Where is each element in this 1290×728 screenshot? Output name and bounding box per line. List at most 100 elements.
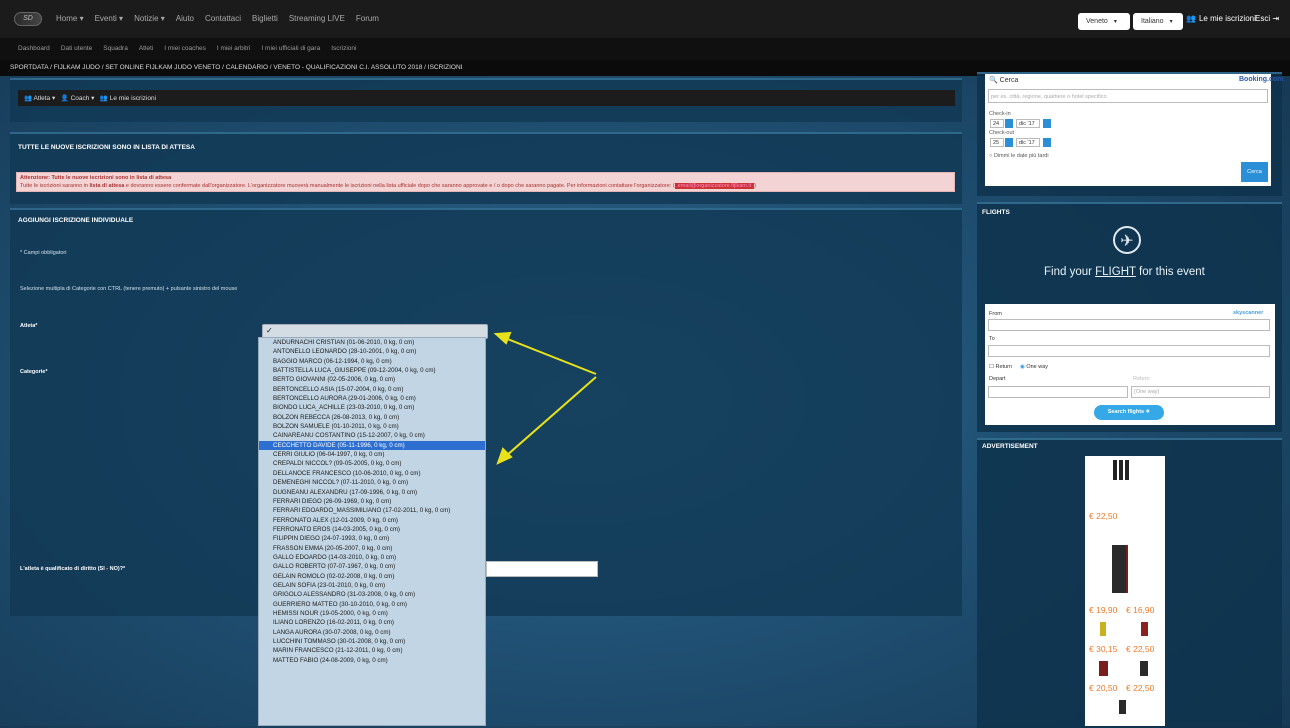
- oneway-option[interactable]: ◉ One way: [1020, 364, 1048, 370]
- athlete-option[interactable]: FERRONATO ALEX (12-01-2009, 0 kg, 0 cm): [259, 516, 485, 525]
- booking-destination-input[interactable]: per es. città, regione, quartiere o hote…: [988, 89, 1268, 103]
- toolbar-athletes[interactable]: Atleta: [34, 95, 51, 102]
- region-dropdown[interactable]: Veneto ▾: [1078, 13, 1130, 30]
- search-flights-button[interactable]: Search flights ✈: [1094, 405, 1164, 420]
- calendar-icon[interactable]: [1043, 138, 1051, 147]
- subnav-team[interactable]: Squadra: [103, 45, 128, 52]
- toolbar-coach[interactable]: Coach: [71, 95, 90, 102]
- alert-body: Tutte le iscrizioni saranno in lista di …: [20, 183, 756, 189]
- organizer-email-link[interactable]: email@organizzatore.fijlkam.it: [674, 183, 755, 189]
- athlete-option[interactable]: FERRONATO EROS (14-03-2005, 0 kg, 0 cm): [259, 525, 485, 534]
- qualified-label: L'atleta è qualificato di diritto (SI - …: [20, 566, 126, 572]
- athlete-option[interactable]: GUERRIERO MATTEO (30-10-2010, 0 kg, 0 cm…: [259, 600, 485, 609]
- checkout-month[interactable]: dic '17: [1016, 138, 1040, 147]
- return-option[interactable]: ☐ Return: [989, 364, 1012, 370]
- subnav-entries[interactable]: Iscrizioni: [331, 45, 356, 52]
- athlete-option[interactable]: BIONDO LUCA_ACHILLE (23-03-2010, 0 kg, 0…: [259, 403, 485, 412]
- return-input[interactable]: (One way): [1131, 386, 1270, 398]
- subnav-referees[interactable]: I miei arbitri: [217, 45, 251, 52]
- product-image: [1140, 661, 1148, 676]
- checkin-month[interactable]: dic '17: [1016, 119, 1040, 128]
- athlete-option[interactable]: ANTONELLO LEONARDO (28-10-2001, 0 kg, 0 …: [259, 347, 485, 356]
- flight-link[interactable]: FLIGHT: [1095, 266, 1136, 278]
- nav-streaming[interactable]: Streaming LIVE: [289, 14, 345, 23]
- athlete-option[interactable]: BERTO GIOVANNI (02-05-2006, 0 kg, 0 cm): [259, 375, 485, 384]
- nav-tickets[interactable]: Biglietti: [252, 14, 278, 23]
- alert-bold: lista di attesa: [89, 183, 125, 189]
- my-entries-link[interactable]: 👥 Le mie iscrizioni: [1186, 14, 1256, 23]
- language-dropdown[interactable]: Italiano ▾: [1133, 13, 1183, 30]
- individual-entry-panel: [10, 208, 962, 616]
- athlete-option[interactable]: DEMENEGHI NICCOL? (07-11-2010, 0 kg, 0 c…: [259, 478, 485, 487]
- athlete-option-selected[interactable]: CECCHETTO DAVIDE (05-11-1996, 0 kg, 0 cm…: [259, 440, 485, 451]
- no-dates-option[interactable]: ○ Dimmi le date più tardi: [989, 153, 1049, 159]
- form-heading: AGGIUNGI ISCRIZIONE INDIVIDUALE: [18, 217, 134, 224]
- athlete-option[interactable]: GELAIN SOFIA (23-01-2010, 0 kg, 0 cm): [259, 581, 485, 590]
- calendar-icon[interactable]: [1005, 119, 1013, 128]
- alert-title: Attenzione: Tutte le nuove iscrizioni so…: [20, 175, 172, 181]
- athlete-option[interactable]: FERRARI DIEGO (26-09-1969, 0 kg, 0 cm): [259, 497, 485, 506]
- athlete-option[interactable]: GALLO ROBERTO (07-07-1967, 0 kg, 0 cm): [259, 562, 485, 571]
- athlete-option[interactable]: LUCCHINI TOMMASO (30-01-2008, 0 kg, 0 cm…: [259, 637, 485, 646]
- athlete-option[interactable]: MARIN FRANCESCO (21-12-2011, 0 kg, 0 cm): [259, 646, 485, 655]
- athlete-option[interactable]: DELLANOCE FRANCESCO (10-06-2010, 0 kg, 0…: [259, 469, 485, 478]
- calendar-icon[interactable]: [1005, 138, 1013, 147]
- athlete-option[interactable]: BOLZON SAMUELE (01-10-2011, 0 kg, 0 cm): [259, 422, 485, 431]
- qualified-select[interactable]: [486, 561, 598, 577]
- toolbar-my-entries[interactable]: Le mie iscrizioni: [110, 95, 156, 102]
- ad-price: € 16,90: [1126, 605, 1155, 615]
- athlete-option[interactable]: CERRI GIULIO (06-04-1997, 0 kg, 0 cm): [259, 450, 485, 459]
- athlete-option[interactable]: GRIGOLO ALESSANDRO (31-03-2008, 0 kg, 0 …: [259, 590, 485, 599]
- nav-contact[interactable]: Contattaci: [205, 14, 241, 23]
- tagline-post: for this event: [1135, 266, 1205, 278]
- sportdata-logo[interactable]: SD: [14, 12, 42, 26]
- athlete-option[interactable]: FILIPPIN DIEGO (24-07-1993, 0 kg, 0 cm): [259, 534, 485, 543]
- athlete-option[interactable]: CAINAREANU COSTANTINO (15-12-2007, 0 kg,…: [259, 431, 485, 440]
- athlete-option[interactable]: DUGNEANU ALEXANDRU (17-09-1996, 0 kg, 0 …: [259, 488, 485, 497]
- subnav-dashboard[interactable]: Dashboard: [18, 45, 50, 52]
- athlete-option[interactable]: BAGGIO MARCO (06-12-1994, 0 kg, 0 cm): [259, 357, 485, 366]
- athlete-option[interactable]: ANDURNACHI CRISTIAN (01-06-2010, 0 kg, 0…: [259, 338, 485, 347]
- from-input[interactable]: [988, 319, 1270, 331]
- athlete-option[interactable]: BERTONCELLO AURORA (29-01-2006, 0 kg, 0 …: [259, 394, 485, 403]
- ad-price: € 22,50: [1126, 683, 1155, 693]
- nav-forum[interactable]: Forum: [356, 14, 379, 23]
- athlete-option[interactable]: GALLO EDOARDO (14-03-2010, 0 kg, 0 cm): [259, 553, 485, 562]
- advertisement-heading: ADVERTISEMENT: [982, 443, 1038, 450]
- athlete-option[interactable]: GELAIN ROMOLO (02-02-2008, 0 kg, 0 cm): [259, 572, 485, 581]
- athlete-option[interactable]: HEMISSI NOUR (19-05-2000, 0 kg, 0 cm): [259, 609, 485, 618]
- athlete-option[interactable]: ILIANO LORENZO (16-02-2011, 0 kg, 0 cm): [259, 618, 485, 627]
- no-dates-label: Dimmi le date più tardi: [993, 153, 1049, 159]
- athlete-option[interactable]: FRASSON EMMA (20-05-2007, 0 kg, 0 cm): [259, 544, 485, 553]
- booking-search-button[interactable]: Cerca: [1241, 162, 1268, 182]
- athlete-dropdown-list[interactable]: ANDURNACHI CRISTIAN (01-06-2010, 0 kg, 0…: [258, 337, 486, 726]
- skyscanner-logo: skyscanner: [1233, 310, 1264, 316]
- to-input[interactable]: [988, 345, 1270, 357]
- checkout-day[interactable]: 25: [990, 138, 1004, 147]
- nav-help[interactable]: Aiuto: [176, 14, 194, 23]
- athlete-option[interactable]: MATTEO FABIO (24-08-2009, 0 kg, 0 cm): [259, 656, 485, 665]
- subnav-athletes[interactable]: Atleti: [139, 45, 153, 52]
- to-label: To: [989, 336, 995, 342]
- depart-input[interactable]: [988, 386, 1128, 398]
- athlete-option[interactable]: BERTONCELLO ASIA (15-07-2004, 0 kg, 0 cm…: [259, 385, 485, 394]
- nav-events[interactable]: Eventi ▾: [95, 14, 123, 23]
- athlete-icon: 👥: [24, 95, 33, 102]
- subnav-officials[interactable]: I miei ufficiali di gara: [261, 45, 320, 52]
- athlete-option[interactable]: CREPALDI NICCOL? (09-05-2005, 0 kg, 0 cm…: [259, 459, 485, 468]
- nav-news[interactable]: Notizie ▾: [134, 14, 165, 23]
- checkin-day[interactable]: 24: [990, 119, 1004, 128]
- athlete-option[interactable]: BOLZON REBECCA (26-08-2013, 0 kg, 0 cm): [259, 413, 485, 422]
- required-note: * Campi obbligatori: [20, 250, 67, 256]
- logout-link[interactable]: Esci ⇥: [1255, 14, 1279, 23]
- athlete-option[interactable]: BATTISTELLA LUCA_GIUSEPPE (09-12-2004, 0…: [259, 366, 485, 375]
- nav-home[interactable]: Home ▾: [56, 14, 84, 23]
- athlete-option[interactable]: FERRARI EDOARDO_MASSIMILIANO (17-02-2011…: [259, 506, 485, 515]
- subnav-coaches[interactable]: I miei coaches: [164, 45, 206, 52]
- athlete-option[interactable]: LANGA AURORA (30-07-2008, 0 kg, 0 cm): [259, 628, 485, 637]
- ad-price: € 20,50: [1089, 683, 1118, 693]
- calendar-icon[interactable]: [1043, 119, 1051, 128]
- breadcrumb[interactable]: SPORTDATA / FIJLKAM JUDO / SET ONLINE FI…: [10, 64, 462, 71]
- subnav-user-data[interactable]: Dati utente: [61, 45, 92, 52]
- product-image: [1119, 700, 1126, 714]
